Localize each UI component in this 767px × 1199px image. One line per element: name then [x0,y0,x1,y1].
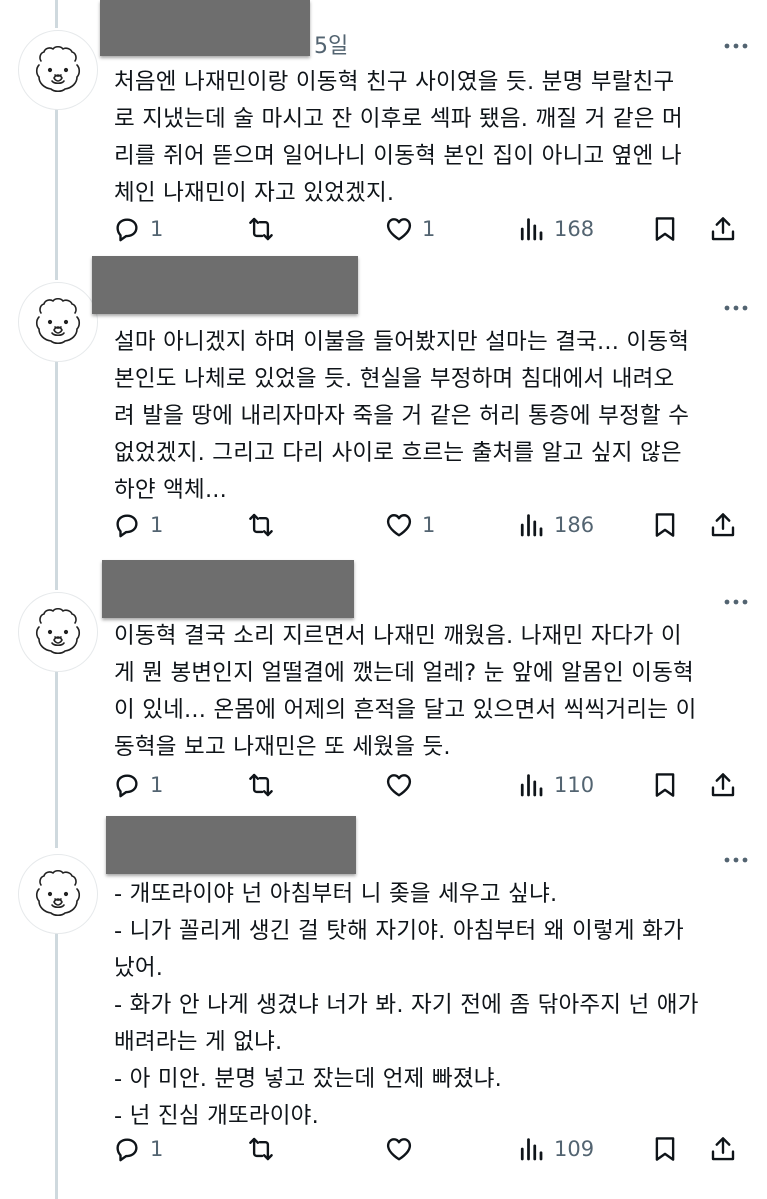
redacted-username [92,256,358,314]
bookmark-icon [650,1134,680,1164]
share-button[interactable] [708,508,738,542]
bookmark-button[interactable] [650,212,680,246]
avatar[interactable] [18,854,98,934]
action-bar: 1 1 168 [112,212,752,246]
repost-button[interactable] [246,768,284,802]
reply-count: 1 [150,1137,164,1161]
views-count: 186 [554,513,595,537]
reply-button[interactable]: 1 [112,1132,163,1166]
repost-button[interactable] [246,1132,284,1166]
more-icon[interactable] [723,598,749,606]
avatar-doodle-icon [19,593,97,671]
avatar-doodle-icon [19,855,97,933]
more-icon[interactable] [723,304,749,312]
post[interactable]: 5일 처음엔 나재민이랑 이동혁 친구 사이였을 듯. 분명 부랄친구 로 지냈… [0,0,767,258]
share-button[interactable] [708,212,738,246]
heart-icon [384,510,414,540]
reply-icon [112,214,142,244]
post[interactable]: 이동혁 결국 소리 지르면서 나재민 깨웠음. 나재민 자다가 이 게 뭔 봉변… [0,556,767,826]
repost-icon [246,1134,276,1164]
action-bar: 1 110 [112,768,752,802]
bookmark-button[interactable] [650,508,680,542]
heart-icon [384,1134,414,1164]
share-icon [708,214,738,244]
bookmark-icon [650,510,680,540]
reply-count: 1 [150,773,164,797]
avatar[interactable] [18,592,98,672]
views-icon [516,214,546,244]
more-icon[interactable] [723,856,749,864]
views-button[interactable]: 109 [516,1132,594,1166]
post-time[interactable]: 5일 [314,28,348,60]
reply-icon [112,1134,142,1164]
views-icon [516,770,546,800]
redacted-username [106,816,356,874]
avatar-doodle-icon [19,31,97,109]
post[interactable]: - 개또라이야 넌 아침부터 니 좆을 세우고 싶냐. - 니가 꼴리게 생긴 … [0,812,767,1199]
post-text: - 개또라이야 넌 아침부터 니 좆을 세우고 싶냐. - 니가 꼴리게 생긴 … [114,881,699,1129]
redacted-username [102,560,354,618]
bookmark-button[interactable] [650,1132,680,1166]
reply-count: 1 [150,513,164,537]
repost-icon [246,770,276,800]
bookmark-icon [650,214,680,244]
views-count: 109 [554,1137,595,1161]
like-button[interactable]: 1 [384,212,435,246]
reply-icon [112,770,142,800]
repost-icon [246,214,276,244]
views-icon [516,1134,546,1164]
reply-count: 1 [150,217,164,241]
repost-button[interactable] [246,508,284,542]
post[interactable]: 설마 아니겠지 하며 이불을 들어봤지만 설마는 결국... 이동혁 본인도 나… [0,250,767,550]
share-button[interactable] [708,768,738,802]
bookmark-button[interactable] [650,768,680,802]
redacted-username [100,0,310,56]
views-icon [516,510,546,540]
views-count: 168 [554,217,595,241]
avatar-doodle-icon [19,283,97,361]
avatar[interactable] [18,30,98,110]
like-button[interactable]: 1 [384,508,435,542]
reply-button[interactable]: 1 [112,212,163,246]
share-icon [708,1134,738,1164]
post-text: 설마 아니겠지 하며 이불을 들어봤지만 설마는 결국... 이동혁 본인도 나… [114,329,690,503]
avatar[interactable] [18,282,98,362]
views-button[interactable]: 110 [516,768,594,802]
more-icon[interactable] [723,42,749,50]
views-button[interactable]: 186 [516,508,594,542]
heart-icon [384,770,414,800]
like-count: 1 [422,513,436,537]
reply-button[interactable]: 1 [112,768,163,802]
heart-icon [384,214,414,244]
share-icon [708,510,738,540]
repost-button[interactable] [246,212,284,246]
views-button[interactable]: 168 [516,212,594,246]
share-button[interactable] [708,1132,738,1166]
post-text: 처음엔 나재민이랑 이동혁 친구 사이였을 듯. 분명 부랄친구 로 지냈는데 … [114,69,683,206]
like-button[interactable] [384,768,422,802]
like-count: 1 [422,217,436,241]
post-text: 이동혁 결국 소리 지르면서 나재민 깨웠음. 나재민 자다가 이 게 뭔 봉변… [114,623,697,760]
share-icon [708,770,738,800]
action-bar: 1 109 [112,1132,752,1166]
reply-button[interactable]: 1 [112,508,163,542]
bookmark-icon [650,770,680,800]
like-button[interactable] [384,1132,422,1166]
views-count: 110 [554,773,595,797]
reply-icon [112,510,142,540]
repost-icon [246,510,276,540]
action-bar: 1 1 186 [112,508,752,542]
